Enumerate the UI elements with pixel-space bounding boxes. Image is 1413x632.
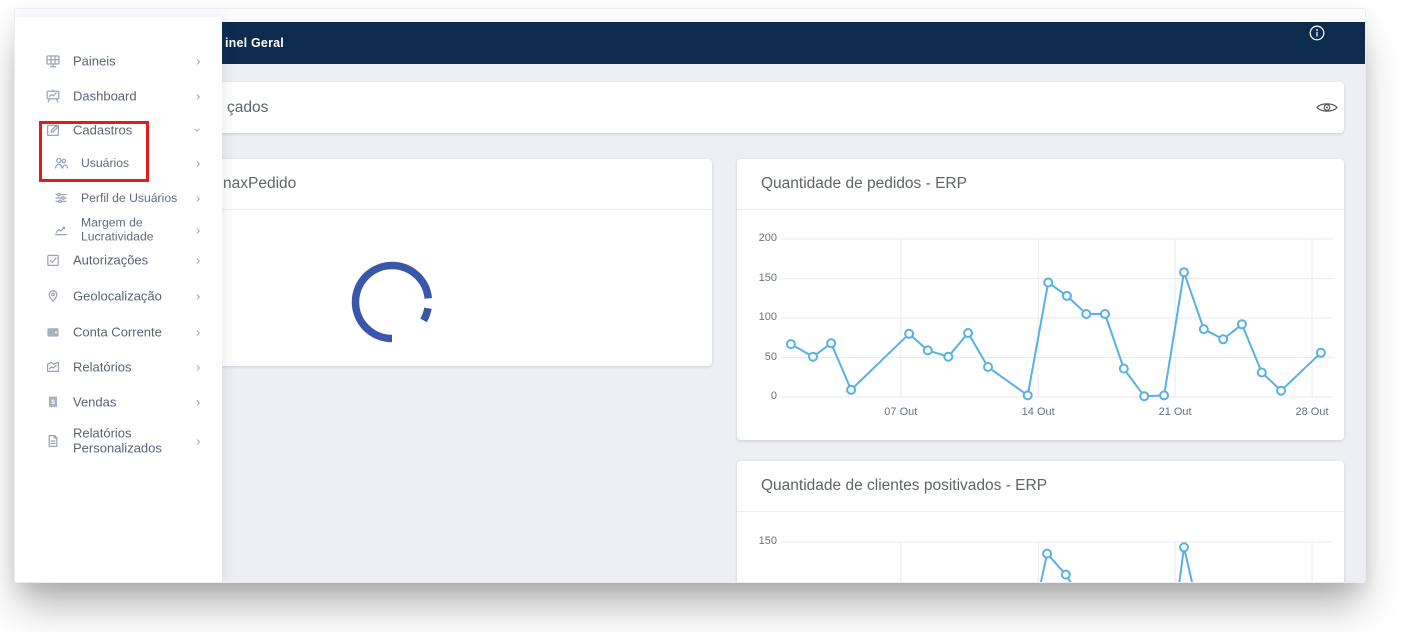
sidebar-item-label: Geolocalização — [73, 288, 162, 304]
page-title: inel Geral — [225, 36, 284, 50]
top-navbar: inel Geral — [222, 22, 1365, 64]
document-icon — [45, 433, 61, 449]
sidebar-item-vendas[interactable]: $ Vendas › — [15, 390, 222, 414]
y-axis-tick-label: 150 — [758, 271, 777, 284]
sidebar-item-usuarios[interactable]: Usuários › — [15, 151, 222, 175]
x-axis-tick-label: 28 Out — [1295, 406, 1329, 418]
location-pin-icon — [45, 288, 61, 304]
x-axis-tick-label: 07 Out — [884, 406, 918, 418]
sidebar-item-label: Paineis — [73, 53, 116, 69]
orders-line-chart: 200 150 100 50 0 07 Out 14 Out 21 Out 28 Out — [737, 159, 1344, 440]
orders-chart-card: Quantidade de pedidos - ERP 200 150 100 50 0… — [737, 159, 1344, 440]
svg-text:$: $ — [51, 399, 55, 406]
sidebar-item-label: Autorizações — [73, 252, 149, 268]
sidebar-item-geolocalizacao[interactable]: Geolocalização › — [15, 284, 222, 308]
chart-plot — [781, 541, 1333, 582]
sidebar-item-dashboard[interactable]: Dashboard › — [15, 84, 222, 108]
sidebar-item-autorizacoes[interactable]: Autorizações › — [15, 248, 222, 272]
sidebar-item-label: Margem de Lucratividade — [81, 215, 154, 244]
panels-icon — [45, 53, 61, 69]
chevron-right-icon: › — [196, 252, 201, 268]
x-axis-tick-label: 14 Out — [1021, 406, 1055, 418]
profit-chart-icon — [53, 222, 69, 238]
positive-clients-chart-card: Quantidade de clientes positivados - ERP… — [737, 461, 1344, 582]
sidebar-item-label: Relatórios Personalizados — [73, 425, 162, 456]
x-axis-tick-label: 21 Out — [1158, 406, 1192, 418]
positive-clients-line-chart: 150 — [737, 461, 1344, 582]
chevron-right-icon: › — [196, 222, 201, 238]
sidebar-item-paineis[interactable]: Paineis › — [15, 49, 222, 73]
sidebar-item-label: Relatórios — [73, 359, 132, 375]
y-axis-tick-label: 50 — [764, 350, 777, 363]
chevron-right-icon: › — [196, 324, 201, 340]
chevron-right-icon: › — [196, 190, 201, 206]
checkbox-icon — [45, 252, 61, 268]
sidebar-item-relatorios[interactable]: Relatórios › — [15, 355, 222, 379]
users-icon — [53, 155, 69, 171]
chart-plot — [781, 238, 1333, 402]
chevron-right-icon: › — [196, 288, 201, 304]
sidebar-item-label: Cadastros — [73, 122, 133, 138]
sidebar: Paineis › Dashboard › Cadastros › Usuári… — [15, 17, 222, 582]
sidebar-item-cadastros[interactable]: Cadastros › — [15, 118, 222, 142]
y-axis-tick-label: 0 — [770, 390, 777, 402]
chevron-right-icon: › — [196, 88, 201, 104]
y-axis-tick-label: 200 — [758, 232, 777, 244]
profile-list-icon — [53, 190, 69, 206]
sidebar-item-conta-corrente[interactable]: Conta Corrente › — [15, 320, 222, 344]
chevron-right-icon: › — [196, 53, 201, 69]
wallet-icon — [45, 324, 61, 340]
app-window: inel Geral çados naxPedido Quantidade de… — [14, 8, 1366, 583]
edit-square-icon — [45, 122, 61, 138]
sidebar-item-margem-de-lucratividade[interactable]: Margem de Lucratividade › — [15, 212, 222, 248]
loading-card-title: naxPedido — [223, 175, 297, 192]
chevron-right-icon: › — [196, 155, 201, 171]
info-circle-icon[interactable] — [1308, 24, 1326, 42]
sales-receipt-icon: $ — [45, 394, 61, 410]
sidebar-item-label: Perfil de Usuários — [81, 190, 178, 205]
y-axis-tick-label: 100 — [758, 311, 777, 323]
chevron-right-icon: › — [196, 359, 201, 375]
sidebar-item-perfil-de-usuarios[interactable]: Perfil de Usuários › — [15, 186, 222, 210]
filters-card: çados — [73, 82, 1344, 133]
chevron-right-icon: › — [196, 394, 201, 410]
y-axis-tick-label: 150 — [758, 535, 777, 547]
sidebar-item-relatorios-personalizados[interactable]: Relatórios Personalizados › — [15, 423, 222, 459]
filters-card-title: çados — [227, 99, 269, 116]
eye-icon[interactable] — [1315, 100, 1339, 120]
loading-spinner-icon — [349, 259, 435, 350]
chevron-right-icon: › — [196, 433, 201, 449]
sidebar-item-label: Conta Corrente — [73, 324, 162, 340]
sidebar-item-label: Usuários — [81, 155, 130, 170]
dashboard-icon — [45, 88, 61, 104]
sidebar-item-label: Dashboard — [73, 88, 137, 104]
chevron-down-icon: › — [190, 127, 206, 133]
sidebar-item-label: Vendas — [73, 394, 117, 410]
reports-icon — [45, 359, 61, 375]
